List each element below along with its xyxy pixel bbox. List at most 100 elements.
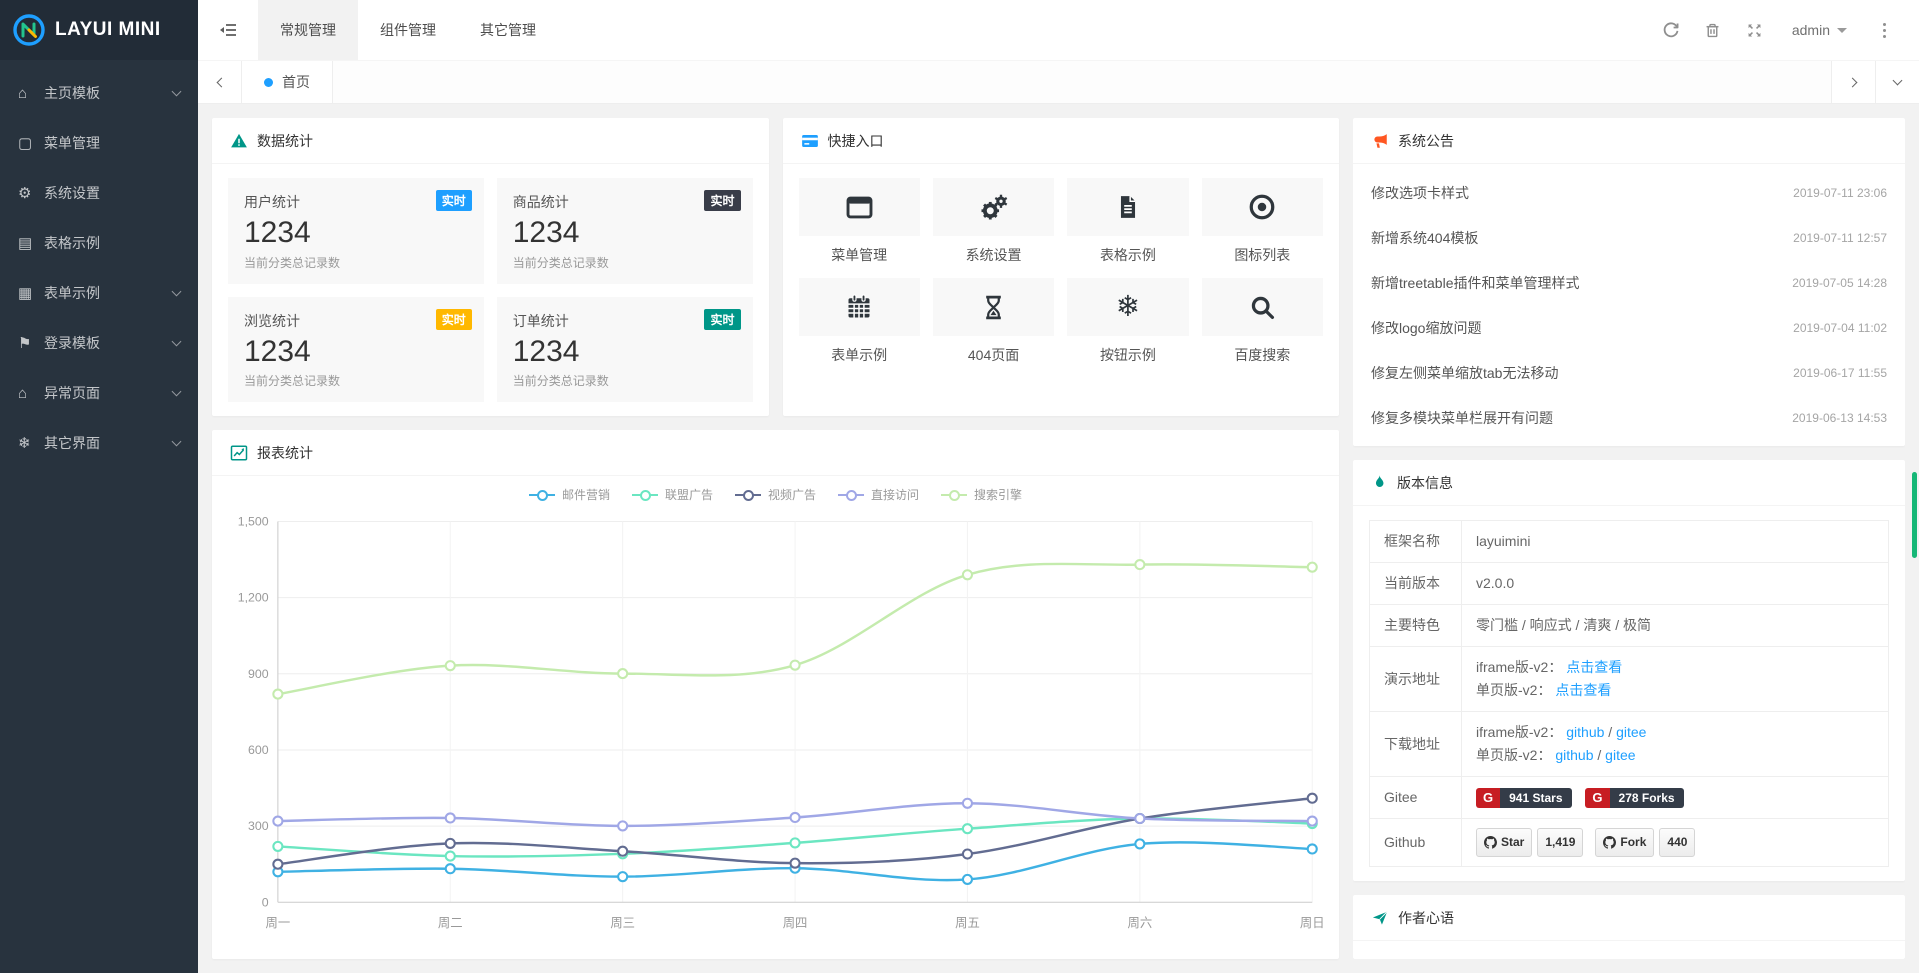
megaphone-icon	[1371, 132, 1389, 150]
line-chart-icon	[230, 444, 248, 462]
legend-item-1[interactable]: 联盟广告	[632, 486, 713, 503]
table-row: Github Star 1,419 Fork 440	[1370, 819, 1889, 867]
flame-icon	[1371, 474, 1388, 491]
username: admin	[1792, 22, 1830, 38]
quick-entry-2[interactable]: 表格示例	[1067, 178, 1188, 265]
github-fork-count[interactable]: 440	[1659, 828, 1695, 857]
github-icon	[1484, 836, 1497, 849]
refresh-icon	[1662, 21, 1680, 39]
svg-text:周一: 周一	[266, 916, 291, 930]
github-star-button[interactable]: Star	[1476, 828, 1532, 857]
table-row: 主要特色 零门槛 / 响应式 / 清爽 / 极简	[1370, 605, 1889, 647]
sidebar-item-1[interactable]: ▢ 菜单管理	[0, 118, 198, 168]
announcement-item-0[interactable]: 修改选项卡样式 2019-07-11 23:06	[1353, 170, 1905, 215]
sidebar-item-0[interactable]: ⌂ 主页模板	[0, 68, 198, 118]
sidebar-item-4[interactable]: ▦ 表单示例	[0, 268, 198, 318]
header-nav-tab-1[interactable]: 组件管理	[358, 0, 458, 60]
page-content: 数据统计 用户统计 1234 当前分类总记录数 实时 商品统计 1234 当前分…	[198, 104, 1919, 973]
quick-entry-7[interactable]: 百度搜索	[1202, 278, 1323, 365]
tab-home[interactable]: 首页	[242, 61, 333, 103]
chevron-down-icon	[172, 386, 182, 396]
file-icon	[1115, 194, 1141, 220]
legend-item-2[interactable]: 视频广告	[735, 486, 816, 503]
search-icon	[1248, 293, 1277, 322]
chevron-left-icon	[216, 77, 226, 87]
menu-collapse-button[interactable]	[198, 0, 258, 60]
github-fork-button[interactable]: Fork	[1595, 828, 1654, 857]
table-row: 当前版本 v2.0.0	[1370, 563, 1889, 605]
tab-scroll-right-button[interactable]	[1831, 61, 1875, 103]
sidebar: LAYUI MINI ⌂ 主页模板 ▢ 菜单管理 ⚙ 系统设置 ▤ 表格示例 ▦…	[0, 0, 198, 973]
main-area: 常规管理组件管理其它管理	[198, 0, 1919, 973]
quick-entry-0[interactable]: 菜单管理	[799, 178, 920, 265]
card-report: 报表统计 邮件营销联盟广告视频广告直接访问搜索引擎 03006009001,20…	[212, 430, 1339, 959]
page-scrollbar[interactable]	[1912, 472, 1917, 558]
gears-icon	[978, 192, 1009, 223]
app-root: LAYUI MINI ⌂ 主页模板 ▢ 菜单管理 ⚙ 系统设置 ▤ 表格示例 ▦…	[0, 0, 1919, 973]
timestamp: 2019-07-11 23:06	[1793, 186, 1887, 200]
quick-entry-6[interactable]: ❄ 按钮示例	[1067, 278, 1188, 365]
legend-item-3[interactable]: 直接访问	[838, 486, 919, 503]
header-nav-tab-0[interactable]: 常规管理	[258, 0, 358, 60]
download-iframe-gitee-link[interactable]: gitee	[1616, 724, 1646, 740]
row-label: 主要特色	[1370, 605, 1462, 647]
tab-scroll-left-button[interactable]	[198, 61, 242, 103]
sidebar-item-2[interactable]: ⚙ 系统设置	[0, 168, 198, 218]
sidebar-item-7[interactable]: ❄ 其它界面	[0, 418, 198, 468]
quick-entry-4[interactable]: 表单示例	[799, 278, 920, 365]
svg-text:周日: 周日	[1300, 916, 1325, 930]
card-title: 快捷入口	[828, 131, 884, 151]
announcement-item-1[interactable]: 新增系统404模板 2019-07-11 12:57	[1353, 215, 1905, 260]
legend-item-0[interactable]: 邮件营销	[529, 486, 610, 503]
quick-entry-5[interactable]: 404页面	[933, 278, 1054, 365]
dot-circle-icon	[1247, 192, 1277, 222]
header-actions: admin	[1650, 0, 1919, 60]
sidebar-item-3[interactable]: ▤ 表格示例	[0, 218, 198, 268]
top-header: 常规管理组件管理其它管理	[198, 0, 1919, 60]
gitee-stars-badge[interactable]: G941 Stars	[1476, 788, 1572, 808]
svg-text:周六: 周六	[1127, 916, 1152, 930]
quick-entry-1[interactable]: 系统设置	[933, 178, 1054, 265]
row-value: G941 Stars G278 Forks	[1462, 777, 1889, 819]
stat-panel-2: 浏览统计 1234 当前分类总记录数 实时	[228, 297, 484, 403]
stat-value: 1234	[244, 216, 468, 251]
stat-panel-1: 商品统计 1234 当前分类总记录数 实时	[497, 178, 753, 284]
more-button[interactable]	[1863, 0, 1905, 60]
user-menu[interactable]: admin	[1776, 22, 1863, 38]
chevron-right-icon	[1847, 77, 1857, 87]
svg-text:300: 300	[248, 819, 269, 833]
row-label: 当前版本	[1370, 563, 1462, 605]
refresh-button[interactable]	[1650, 0, 1692, 60]
fullscreen-button[interactable]	[1734, 0, 1776, 60]
header-nav-tab-2[interactable]: 其它管理	[458, 0, 558, 60]
download-iframe-github-link[interactable]: github	[1566, 724, 1604, 740]
announcement-item-2[interactable]: 新增treetable插件和菜单管理样式 2019-07-05 14:28	[1353, 260, 1905, 305]
clear-cache-button[interactable]	[1692, 0, 1734, 60]
quick-entry-3[interactable]: 图标列表	[1202, 178, 1323, 265]
tab-operations-button[interactable]	[1875, 61, 1919, 103]
timestamp: 2019-07-05 14:28	[1792, 276, 1887, 290]
report-chart: 03006009001,2001,500周一周二周三周四周五周六周日	[212, 505, 1339, 948]
github-star-count[interactable]: 1,419	[1537, 828, 1583, 857]
legend-item-4[interactable]: 搜索引擎	[941, 486, 1022, 503]
demo-spa-link[interactable]: 点击查看	[1555, 682, 1611, 698]
download-spa-github-link[interactable]: github	[1555, 747, 1593, 763]
download-spa-gitee-link[interactable]: gitee	[1605, 747, 1635, 763]
sidebar-item-6[interactable]: ⌂ 异常页面	[0, 368, 198, 418]
stat-panel-3: 订单统计 1234 当前分类总记录数 实时	[497, 297, 753, 403]
svg-text:周二: 周二	[438, 916, 463, 930]
left-column: 数据统计 用户统计 1234 当前分类总记录数 实时 商品统计 1234 当前分…	[212, 118, 1339, 959]
sidebar-item-5[interactable]: ⚑ 登录模板	[0, 318, 198, 368]
announcement-item-5[interactable]: 修复多模块菜单栏展开有问题 2019-06-13 14:53	[1353, 395, 1905, 440]
chevron-down-icon	[172, 336, 182, 346]
row-value: iframe版-v2： 点击查看 单页版-v2： 点击查看	[1462, 647, 1889, 712]
row-value: iframe版-v2： github / gitee 单页版-v2： githu…	[1462, 712, 1889, 777]
card-version: 版本信息 框架名称 layuimini 当前版本 v2.0.0	[1353, 460, 1905, 881]
gitee-forks-badge[interactable]: G278 Forks	[1585, 788, 1683, 808]
announcement-item-4[interactable]: 修复左侧菜单缩放tab无法移动 2019-06-17 11:55	[1353, 350, 1905, 395]
demo-iframe-link[interactable]: 点击查看	[1566, 659, 1622, 675]
announcement-item-3[interactable]: 修改logo缩放问题 2019-07-04 11:02	[1353, 305, 1905, 350]
tab-home-label: 首页	[282, 72, 310, 92]
svg-text:1,500: 1,500	[238, 515, 269, 529]
brand[interactable]: LAYUI MINI	[0, 0, 198, 60]
